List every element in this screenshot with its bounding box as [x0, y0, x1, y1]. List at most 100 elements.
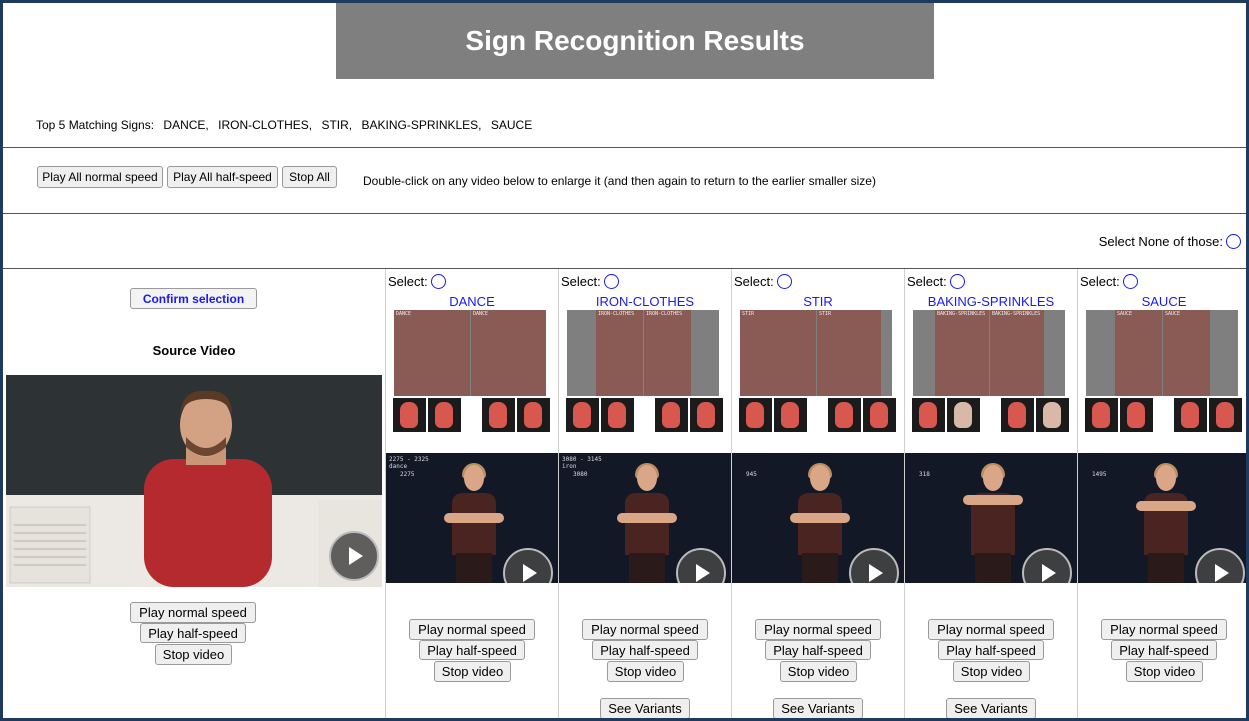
- handshape-strip: [391, 398, 554, 432]
- play-icon[interactable]: [676, 548, 726, 583]
- candidate-video[interactable]: 2275 - 2325 dance 2275: [386, 453, 558, 583]
- candidate-video[interactable]: 1495: [1078, 453, 1246, 583]
- handshape-image: [1120, 398, 1153, 432]
- top-matches-label: Top 5 Matching Signs:: [36, 118, 155, 132]
- thumbnail-label: BAKING-SPRINKLES: [992, 311, 1041, 317]
- thumbnail-panel-left: STIR: [740, 310, 816, 396]
- select-label: Select:: [1080, 274, 1120, 289]
- stop-video-button[interactable]: Stop video: [953, 661, 1030, 682]
- source-play-normal-button[interactable]: Play normal speed: [130, 602, 256, 623]
- video-frame-number: 2275: [400, 471, 415, 478]
- confirm-selection-button[interactable]: Confirm selection: [130, 288, 257, 309]
- candidate-video[interactable]: 945: [732, 453, 904, 583]
- video-frame-number: 3080: [573, 471, 588, 478]
- play-half-button[interactable]: Play half-speed: [1111, 640, 1217, 660]
- select-label: Select:: [907, 274, 947, 289]
- source-play-half-button[interactable]: Play half-speed: [140, 623, 246, 643]
- thumbnail-label: BAKING-SPRINKLES: [937, 311, 986, 317]
- candidate-name[interactable]: IRON-CLOTHES: [559, 294, 731, 309]
- see-variants-button[interactable]: See Variants: [946, 698, 1036, 718]
- signer-figure: [963, 463, 1023, 583]
- play-half-button[interactable]: Play half-speed: [592, 640, 698, 660]
- timecode-tag: iron: [562, 463, 577, 470]
- top-match-1: DANCE,: [163, 118, 209, 132]
- select-none-label: Select None of those:: [1098, 234, 1223, 249]
- select-none-radio[interactable]: [1226, 234, 1241, 249]
- handshape-image: [566, 398, 599, 432]
- candidate-name[interactable]: BAKING-SPRINKLES: [905, 294, 1077, 309]
- divider: [3, 213, 1246, 214]
- see-variants-button[interactable]: See Variants: [773, 698, 863, 718]
- candidate-select: Select:: [1080, 274, 1138, 289]
- candidate-dance: Select: DANCE DANCE DANCE 2275 - 2325 dan…: [386, 269, 558, 718]
- handshape-image: [828, 398, 861, 432]
- thumbnail-label: IRON-CLOTHES: [598, 311, 635, 317]
- stop-video-button[interactable]: Stop video: [434, 661, 511, 682]
- top-match-3: STIR,: [321, 118, 353, 132]
- source-play-icon[interactable]: [329, 531, 379, 581]
- candidate-video[interactable]: 3080 - 3145 iron 3080: [559, 453, 731, 583]
- signer-figure: [1136, 463, 1196, 583]
- play-icon[interactable]: [503, 548, 553, 583]
- candidate-radio[interactable]: [776, 274, 792, 289]
- select-label: Select:: [388, 274, 428, 289]
- stop-video-button[interactable]: Stop video: [780, 661, 857, 682]
- candidate-radio[interactable]: [603, 274, 619, 289]
- thumbnail-panel-left: SAUCE: [1115, 310, 1162, 396]
- candidate-name[interactable]: STIR: [732, 294, 904, 309]
- signer-figure: [617, 463, 677, 583]
- play-half-button[interactable]: Play half-speed: [938, 640, 1044, 660]
- candidate-radio[interactable]: [949, 274, 965, 289]
- candidate-iron-clothes: Select: IRON-CLOTHES IRON-CLOTHES IRON-C…: [559, 269, 731, 718]
- see-variants-button[interactable]: See Variants: [600, 698, 690, 718]
- play-all-normal-button[interactable]: Play All normal speed: [37, 166, 163, 188]
- handshape-strip: [737, 398, 900, 432]
- handshape-image: [655, 398, 688, 432]
- handshape-image: [1174, 398, 1207, 432]
- candidate-sauce: Select: SAUCE SAUCE SAUCE 1495 Play norm…: [1078, 269, 1246, 718]
- thumbnail-panel-left: BAKING-SPRINKLES: [935, 310, 989, 396]
- handshape-image: [517, 398, 550, 432]
- results-page: Sign Recognition Results Top 5 Matching …: [3, 3, 1246, 718]
- video-timecode: 2275 - 2325 dance: [389, 456, 429, 470]
- handshape-image: [601, 398, 634, 432]
- play-normal-button[interactable]: Play normal speed: [928, 619, 1054, 640]
- play-normal-button[interactable]: Play normal speed: [409, 619, 535, 640]
- candidate-radio[interactable]: [1122, 274, 1138, 289]
- stop-all-button[interactable]: Stop All: [282, 166, 337, 188]
- video-timecode: 3080 - 3145 iron: [562, 456, 602, 470]
- handshape-image: [912, 398, 945, 432]
- handshape-strip: [1083, 398, 1246, 432]
- source-stop-button[interactable]: Stop video: [155, 644, 232, 665]
- handshape-image: [1001, 398, 1034, 432]
- candidate-name[interactable]: DANCE: [386, 294, 558, 309]
- thumbnail-label: SAUCE: [1117, 311, 1133, 317]
- stop-video-button[interactable]: Stop video: [1126, 661, 1203, 682]
- play-normal-button[interactable]: Play normal speed: [1101, 619, 1227, 640]
- play-icon[interactable]: [1195, 548, 1245, 583]
- play-normal-button[interactable]: Play normal speed: [582, 619, 708, 640]
- candidate-baking-sprinkles: Select: BAKING-SPRINKLES BAKING-SPRINKLE…: [905, 269, 1077, 718]
- candidate-radio[interactable]: [430, 274, 446, 289]
- source-video[interactable]: [6, 375, 382, 587]
- handshape-image: [393, 398, 426, 432]
- play-all-half-button[interactable]: Play All half-speed: [167, 166, 278, 188]
- sign-thumbnail: BAKING-SPRINKLES BAKING-SPRINKLES: [913, 310, 1065, 396]
- play-normal-button[interactable]: Play normal speed: [755, 619, 881, 640]
- stop-video-button[interactable]: Stop video: [607, 661, 684, 682]
- sign-thumbnail: SAUCE SAUCE: [1086, 310, 1238, 396]
- thumbnail-label: DANCE: [396, 311, 412, 317]
- play-icon[interactable]: [1022, 548, 1072, 583]
- play-half-button[interactable]: Play half-speed: [419, 640, 525, 660]
- top-match-2: IRON-CLOTHES,: [218, 118, 313, 132]
- thumbnail-label: STIR: [742, 311, 755, 317]
- play-icon[interactable]: [849, 548, 899, 583]
- candidate-select: Select:: [388, 274, 446, 289]
- handshape-strip: [564, 398, 727, 432]
- play-half-button[interactable]: Play half-speed: [765, 640, 871, 660]
- candidate-name[interactable]: SAUCE: [1078, 294, 1246, 309]
- candidate-video[interactable]: 318: [905, 453, 1077, 583]
- handshape-image: [690, 398, 723, 432]
- top-matches: Top 5 Matching Signs: DANCE, IRON-CLOTHE…: [36, 118, 532, 132]
- top-match-5: SAUCE: [490, 118, 533, 132]
